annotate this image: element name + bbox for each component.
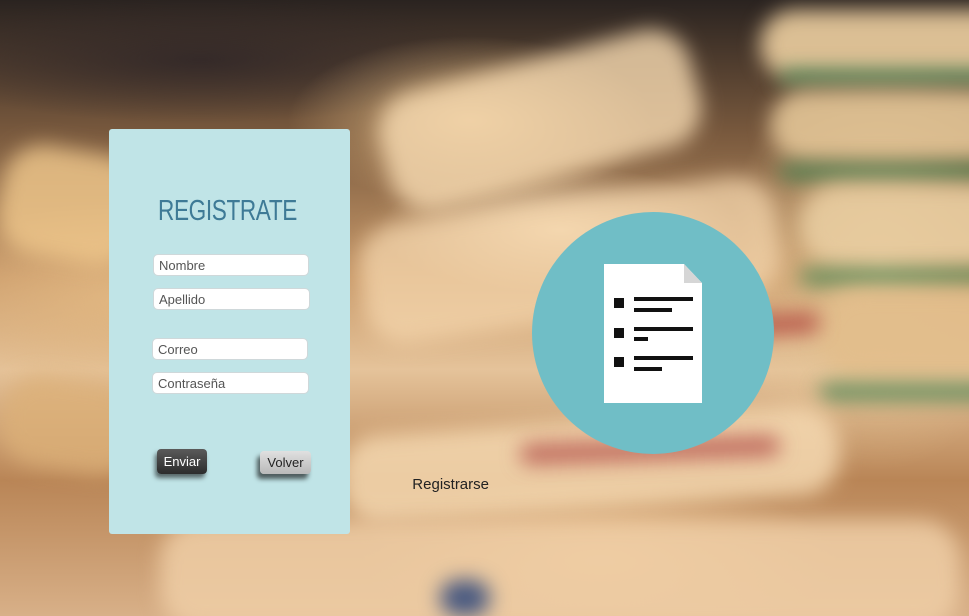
apellido-input[interactable] [153,288,310,310]
enviar-button[interactable]: Enviar [157,449,207,474]
volver-button[interactable]: Volver [260,451,311,474]
nombre-input[interactable] [153,254,309,276]
document-illustration [532,212,774,454]
contrasena-input[interactable] [152,372,309,394]
registrarse-link[interactable]: Registrarse [407,476,489,493]
registrarse-label: Registrarse [412,476,489,493]
form-title: REGISTRATE [158,195,297,227]
document-list-icon [604,264,702,403]
correo-input[interactable] [152,338,308,360]
register-form-panel: REGISTRATE Enviar Volver [109,129,350,534]
